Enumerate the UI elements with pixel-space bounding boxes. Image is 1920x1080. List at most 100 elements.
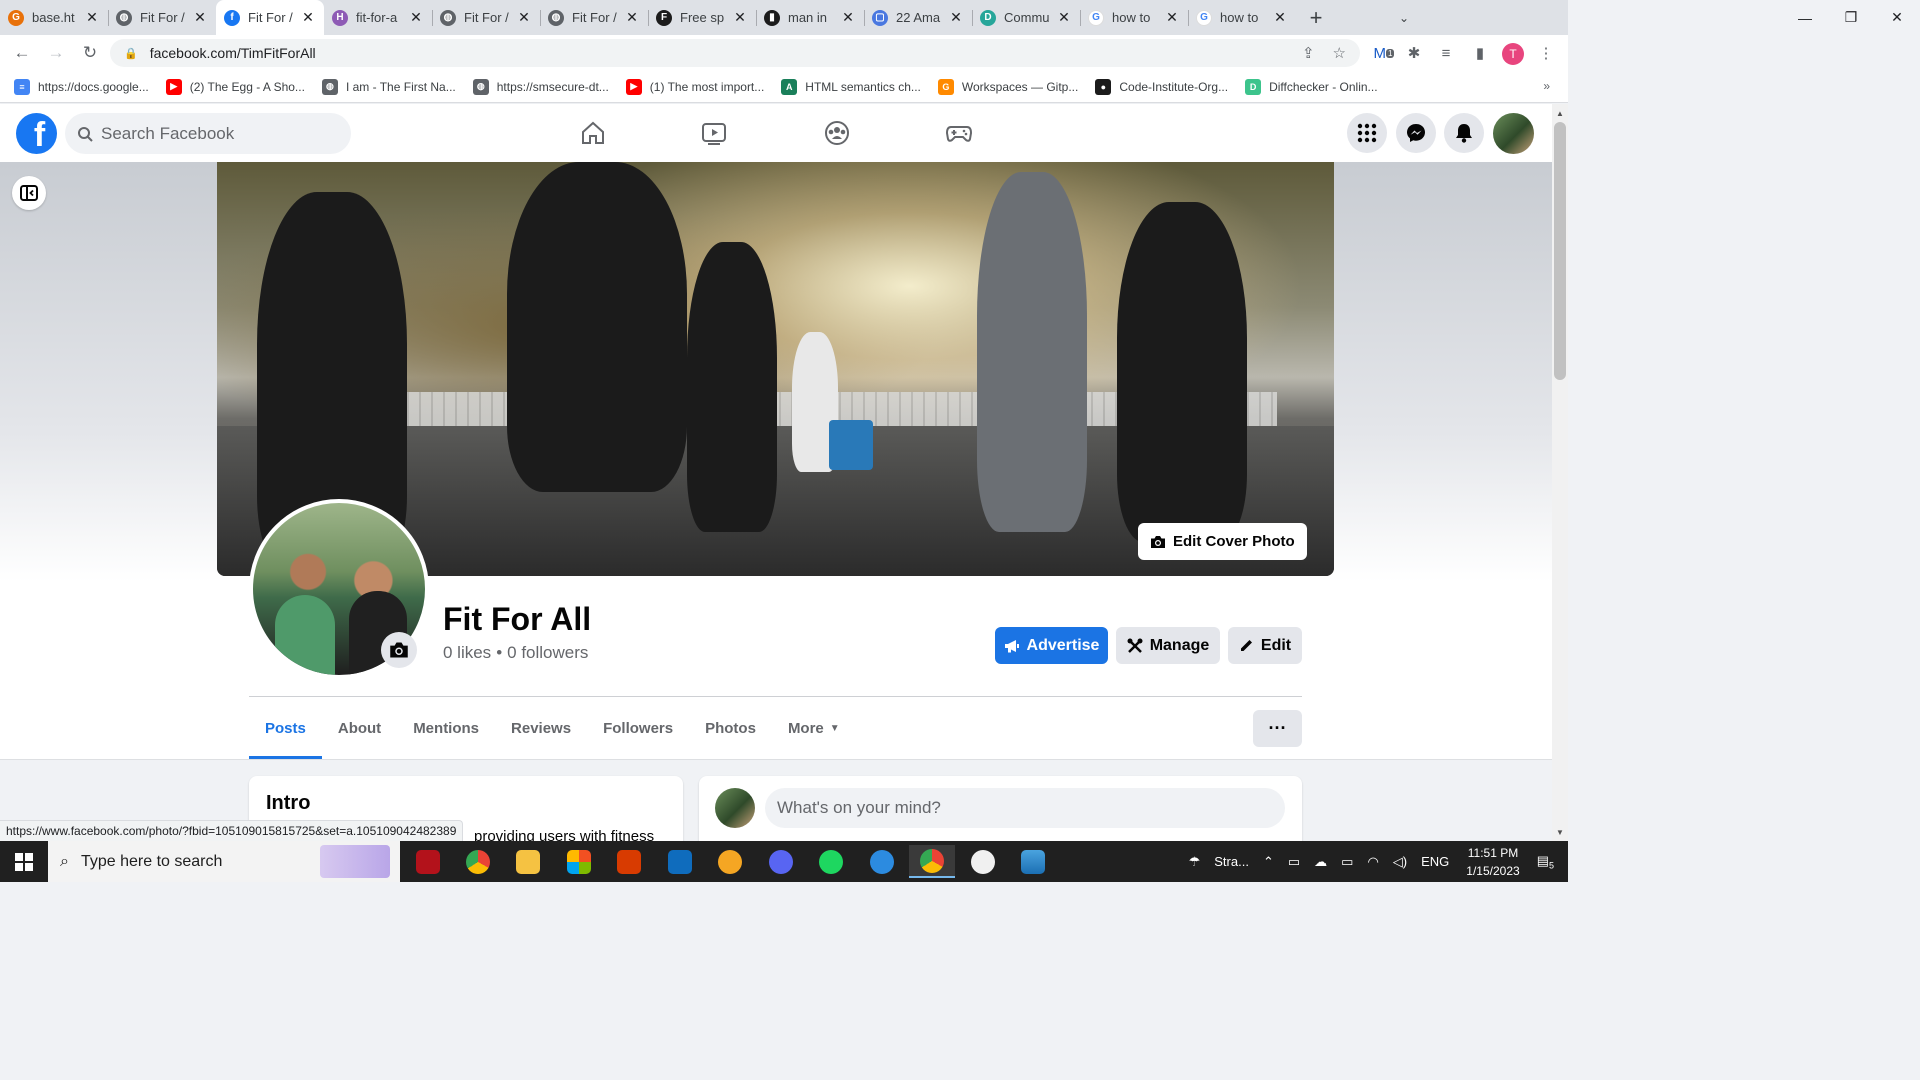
browser-tab[interactable]: D Commu ✕ <box>972 0 1080 35</box>
bookmarks-overflow-icon[interactable]: » <box>1543 79 1550 93</box>
tab-reviews[interactable]: Reviews <box>495 698 587 759</box>
tab-close-icon[interactable]: ✕ <box>624 9 640 26</box>
new-tab-button[interactable]: + <box>1296 0 1336 35</box>
composer-input[interactable]: What's on your mind? <box>765 788 1285 828</box>
browser-tab[interactable]: ◍ Fit For / ✕ <box>540 0 648 35</box>
taskbar-app-emoji[interactable] <box>960 845 1006 878</box>
tab-close-icon[interactable]: ✕ <box>408 9 424 26</box>
tray-cloud-icon[interactable]: ☁ <box>1314 854 1327 870</box>
extensions-puzzle-icon[interactable]: ✱ <box>1400 35 1428 71</box>
scroll-down-arrow-icon[interactable]: ▼ <box>1552 825 1568 839</box>
tab-close-icon[interactable]: ✕ <box>948 9 964 26</box>
followers-count[interactable]: 0 followers <box>507 643 588 662</box>
taskbar-app-vscode[interactable] <box>859 845 905 878</box>
tab-close-icon[interactable]: ✕ <box>1164 9 1180 26</box>
bookmark-item[interactable]: ◍ https://smsecure-dt... <box>472 78 609 95</box>
address-bar[interactable]: 🔒 facebook.com/TimFitForAll ⇪ ☆ <box>110 39 1360 67</box>
tab-search-icon[interactable]: ⌄ <box>1392 0 1416 35</box>
facebook-logo-icon[interactable]: f <box>16 113 57 154</box>
account-avatar[interactable] <box>1493 113 1534 154</box>
bookmark-item[interactable]: ◍ I am - The First Na... <box>321 78 456 95</box>
groups-icon[interactable] <box>781 104 892 162</box>
share-icon[interactable]: ⇪ <box>1302 44 1315 62</box>
extension-icon[interactable]: M1 <box>1370 35 1398 71</box>
maximize-button[interactable]: ❐ <box>1828 0 1874 35</box>
battery-icon[interactable]: ▭ <box>1341 854 1353 870</box>
bookmark-item[interactable]: ▶ (1) The most import... <box>625 78 764 95</box>
language-indicator[interactable]: ENG <box>1421 854 1449 869</box>
tab-close-icon[interactable]: ✕ <box>840 9 856 26</box>
reading-list-icon[interactable]: ≡ <box>1432 35 1460 71</box>
taskbar-search[interactable]: ⌕ Type here to search <box>48 841 400 882</box>
tab-more[interactable]: More ▼ <box>772 698 856 759</box>
tab-close-icon[interactable]: ✕ <box>192 9 208 26</box>
browser-tab[interactable]: Gbase.ht ✕ <box>0 0 108 35</box>
close-window-button[interactable]: ✕ <box>1874 0 1920 35</box>
taskbar-app-reader[interactable] <box>405 845 451 878</box>
likes-count[interactable]: 0 likes <box>443 643 491 662</box>
edit-page-button[interactable]: Edit <box>1228 627 1302 664</box>
weather-icon[interactable]: ☂ <box>1189 854 1201 870</box>
taskbar-app-discord[interactable] <box>758 845 804 878</box>
taskbar-app-chrome[interactable] <box>455 845 501 878</box>
action-center-icon[interactable]: ▤5 <box>1537 853 1554 871</box>
tab-close-icon[interactable]: ✕ <box>84 9 100 26</box>
clock[interactable]: 11:51 PM 1/15/2023 <box>1466 844 1519 880</box>
bookmark-item[interactable]: ≡ https://docs.google... <box>14 78 149 95</box>
browser-tab[interactable]: F Free sp ✕ <box>648 0 756 35</box>
scrollbar-thumb[interactable] <box>1554 122 1566 380</box>
chrome-menu-icon[interactable]: ⋮ <box>1532 35 1560 71</box>
browser-tab[interactable]: ◍ Fit For / ✕ <box>432 0 540 35</box>
tray-expand-icon[interactable]: ⌃ <box>1263 854 1274 870</box>
more-options-button[interactable]: ··· <box>1253 710 1302 747</box>
weather-label[interactable]: Stra... <box>1214 854 1249 869</box>
tab-close-icon[interactable]: ✕ <box>1272 9 1288 26</box>
bookmark-item[interactable]: ● Code-Institute-Org... <box>1095 78 1228 95</box>
messenger-icon[interactable] <box>1396 113 1436 153</box>
forward-button[interactable]: → <box>40 37 72 69</box>
taskbar-app-mail[interactable] <box>657 845 703 878</box>
volume-icon[interactable]: ◁) <box>1393 854 1407 870</box>
taskbar-app-office[interactable] <box>606 845 652 878</box>
bookmark-item[interactable]: A HTML semantics ch... <box>781 78 921 95</box>
tab-followers[interactable]: Followers <box>587 698 689 759</box>
page-scrollbar[interactable]: ▲ ▼ <box>1552 104 1568 841</box>
minimize-button[interactable]: — <box>1782 0 1828 35</box>
bookmark-item[interactable]: G Workspaces — Gitp... <box>937 78 1078 95</box>
menu-grid-icon[interactable] <box>1347 113 1387 153</box>
tab-close-icon[interactable]: ✕ <box>516 9 532 26</box>
browser-tab[interactable]: Hfit-for-a ✕ <box>324 0 432 35</box>
taskbar-app-spotify[interactable] <box>808 845 854 878</box>
side-panel-icon[interactable]: ▮ <box>1466 35 1494 71</box>
gaming-icon[interactable] <box>903 104 1014 162</box>
taskbar-app-chrome-profile[interactable] <box>909 845 955 878</box>
scroll-up-arrow-icon[interactable]: ▲ <box>1552 106 1568 120</box>
browser-tab[interactable]: ▮ man in ✕ <box>756 0 864 35</box>
manage-button[interactable]: Manage <box>1116 627 1220 664</box>
taskbar-app-vpn[interactable] <box>707 845 753 878</box>
advertise-button[interactable]: Advertise <box>995 627 1108 664</box>
back-button[interactable]: ← <box>6 37 38 69</box>
browser-tab[interactable]: ▢ 22 Ama ✕ <box>864 0 972 35</box>
bookmark-item[interactable]: ▶ (2) The Egg - A Sho... <box>165 78 305 95</box>
tab-photos[interactable]: Photos <box>689 698 772 759</box>
facebook-search[interactable] <box>65 113 351 154</box>
tab-mentions[interactable]: Mentions <box>397 698 495 759</box>
browser-tab[interactable]: Ghow to ✕ <box>1188 0 1296 35</box>
sidebar-toggle-icon[interactable] <box>12 176 46 210</box>
browser-tab[interactable]: Ghow to ✕ <box>1080 0 1188 35</box>
windows-start-icon[interactable] <box>0 841 48 882</box>
taskbar-app-store[interactable] <box>556 845 602 878</box>
tab-close-icon[interactable]: ✕ <box>300 9 316 26</box>
edit-cover-photo-button[interactable]: Edit Cover Photo <box>1138 523 1307 560</box>
watch-icon[interactable] <box>658 104 769 162</box>
tab-about[interactable]: About <box>322 698 397 759</box>
taskbar-app-photos[interactable] <box>1010 845 1056 878</box>
browser-tab[interactable]: ◍ Fit For / ✕ <box>108 0 216 35</box>
reload-button[interactable]: ↻ <box>74 37 106 69</box>
home-icon[interactable] <box>537 104 648 162</box>
bookmark-item[interactable]: D Diffchecker - Onlin... <box>1245 78 1378 95</box>
tab-close-icon[interactable]: ✕ <box>732 9 748 26</box>
taskbar-app-explorer[interactable] <box>505 845 551 878</box>
tab-posts[interactable]: Posts <box>249 698 322 759</box>
